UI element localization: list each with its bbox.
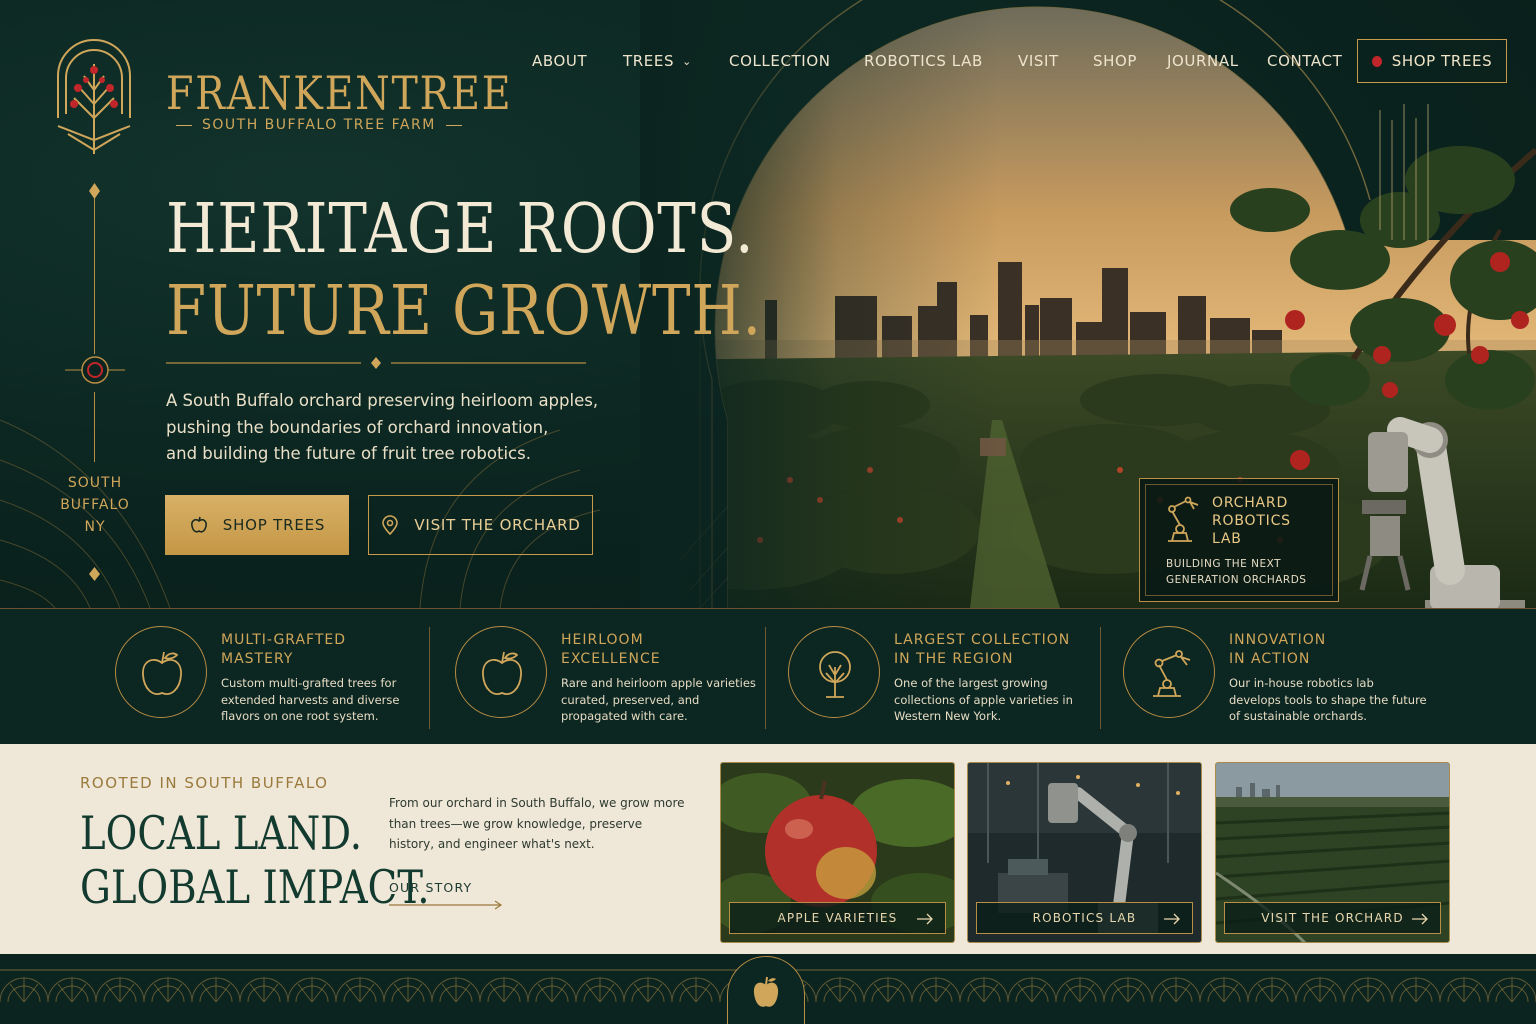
robotics-lab-label: ROBOTICS LAB — [1032, 911, 1137, 925]
apple-varieties-tile[interactable]: APPLE VARIETIES — [720, 762, 955, 943]
feature-description: Our in-house robotics lab develops tools… — [1229, 676, 1427, 723]
hero-intro-line-3: and building the future of fruit tree ro… — [166, 444, 531, 463]
feature-description: One of the largest growing collections o… — [894, 676, 1073, 723]
apple-icon — [1371, 55, 1382, 67]
feature-icon-circle — [115, 626, 207, 718]
story-paragraph: From our orchard in South Buffalo, we gr… — [389, 796, 685, 851]
nav-contact[interactable]: CONTACT — [1267, 52, 1342, 70]
brand-logo[interactable]: FRANKENTREE SOUTH BUFFALO TREE FARM — [48, 30, 511, 160]
robotics-card-title: ORCHARD ROBOTICS LAB — [1212, 494, 1322, 548]
robotics-card-subtitle: BUILDING THE NEXT GENERATION ORCHARDS — [1166, 556, 1336, 588]
feature-separator — [1100, 627, 1101, 729]
tree-emblem-icon — [57, 39, 131, 154]
hero-intro-line-1: A South Buffalo orchard preserving heirl… — [166, 391, 599, 410]
robotics-lab-label-box: ROBOTICS LAB — [976, 902, 1193, 934]
feature-separator — [765, 627, 766, 729]
hero-headline-line-1: HERITAGE ROOTS. — [166, 190, 755, 269]
arrow-right-icon — [917, 913, 933, 925]
diamond-ornament-icon — [89, 183, 100, 199]
arrow-right-icon — [389, 900, 503, 910]
hero-headline-line-2: FUTURE GROWTH. — [166, 272, 762, 351]
visit-orchard-label-box: VISIT THE ORCHARD — [1224, 902, 1441, 934]
feature-separator — [429, 627, 430, 729]
robotics-card-title-line-2: ROBOTICS — [1212, 513, 1291, 529]
story-heading: LOCAL LAND. GLOBAL IMPACT. — [80, 806, 430, 914]
feature-title: INNOVATION IN ACTION — [1229, 632, 1327, 667]
tree-icon — [819, 651, 851, 698]
robot-arm-icon — [1168, 496, 1199, 542]
robot-arm-icon — [1153, 650, 1191, 697]
brand-tagline: SOUTH BUFFALO TREE FARM — [166, 117, 434, 133]
map-pin-icon — [382, 515, 399, 535]
chevron-down-icon: ⌄ — [682, 54, 692, 68]
rail-line-top — [94, 194, 95, 354]
nav-visit[interactable]: VISIT — [1018, 52, 1059, 70]
location-label: SOUTH BUFFALO NY — [60, 472, 130, 538]
hero-headline: HERITAGE ROOTS. FUTURE GROWTH. — [166, 196, 867, 346]
robotics-card-title-line-1: ORCHARD — [1212, 495, 1289, 511]
feature-title: HEIRLOOM EXCELLENCE — [561, 632, 661, 667]
rail-line-mid — [94, 392, 95, 462]
shop-trees-nav-button[interactable]: SHOP TREES — [1357, 39, 1507, 83]
location-rail: SOUTH BUFFALO NY — [60, 180, 130, 590]
feature-title: MULTI-GRAFTED MASTERY — [221, 632, 347, 667]
our-story-link[interactable]: OUR STORY — [389, 880, 503, 910]
features-strip: MULTI-GRAFTED MASTERY Custom multi-graft… — [0, 608, 1536, 744]
robotics-lab-card[interactable]: ORCHARD ROBOTICS LAB BUILDING THE NEXT G… — [1139, 478, 1339, 602]
nav-collection[interactable]: COLLECTION — [729, 52, 831, 70]
nav-trees-label: TREES — [623, 52, 675, 70]
robotics-card-subtitle-line-2: GENERATION ORCHARDS — [1166, 574, 1307, 586]
apple-icon — [142, 651, 182, 695]
nav-about[interactable]: ABOUT — [532, 52, 587, 70]
shop-trees-button[interactable]: SHOP TREES — [165, 495, 349, 555]
nav-journal[interactable]: JOURNAL — [1167, 52, 1239, 70]
brand-name: FRANKENTREE — [166, 66, 513, 120]
feature-description: Rare and heirloom apple varieties curate… — [561, 676, 756, 723]
apple-icon — [482, 651, 522, 695]
nav-robotics-lab[interactable]: ROBOTICS LAB — [864, 52, 983, 70]
story-heading-line-1: LOCAL LAND. — [80, 806, 363, 860]
hero-intro-line-2: pushing the boundaries of orchard innova… — [166, 417, 549, 437]
apple-icon — [190, 516, 207, 533]
feature-icon-circle — [1123, 626, 1215, 718]
footer-apple-emblem — [727, 956, 805, 1024]
location-line-3: NY — [84, 519, 106, 535]
target-ornament-icon — [65, 356, 125, 384]
shop-trees-nav-label: SHOP TREES — [1391, 52, 1493, 70]
visit-orchard-button-label: VISIT THE ORCHARD — [414, 516, 581, 534]
story-eyebrow: ROOTED IN SOUTH BUFFALO — [80, 774, 329, 792]
apple-varieties-label: APPLE VARIETIES — [777, 911, 898, 925]
visit-orchard-label: VISIT THE ORCHARD — [1261, 911, 1404, 925]
robotics-card-title-line-3: LAB — [1212, 531, 1242, 547]
hero-intro: A South Buffalo orchard preserving heirl… — [166, 388, 606, 468]
apple-varieties-label-box: APPLE VARIETIES — [729, 902, 946, 934]
story-heading-line-2: GLOBAL IMPACT. — [80, 860, 430, 914]
nav-shop[interactable]: SHOP — [1093, 52, 1137, 70]
headline-divider — [166, 357, 586, 369]
hero-section: FRANKENTREE SOUTH BUFFALO TREE FARM ABOU… — [0, 0, 1536, 608]
visit-orchard-tile[interactable]: VISIT THE ORCHARD — [1215, 762, 1450, 943]
story-section: ROOTED IN SOUTH BUFFALO LOCAL LAND. GLOB… — [0, 744, 1536, 954]
location-line-2: BUFFALO — [60, 497, 130, 513]
page: FRANKENTREE SOUTH BUFFALO TREE FARM ABOU… — [0, 0, 1536, 1024]
apple-icon — [753, 976, 779, 1007]
feature-title: LARGEST COLLECTION IN THE REGION — [894, 632, 1071, 667]
feature-icon-circle — [788, 626, 880, 718]
shop-trees-button-label: SHOP TREES — [222, 516, 326, 534]
location-line-1: SOUTH — [67, 475, 123, 491]
visit-orchard-button[interactable]: VISIT THE ORCHARD — [368, 495, 593, 555]
footer-band — [0, 954, 1536, 1024]
arrow-right-icon — [1412, 913, 1428, 925]
arrow-right-icon — [1164, 913, 1180, 925]
nav-trees[interactable]: TREES ⌄ — [623, 52, 692, 70]
robotics-card-subtitle-line-1: BUILDING THE NEXT — [1166, 558, 1282, 570]
diamond-ornament-icon — [89, 567, 100, 581]
feature-icon-circle — [455, 626, 547, 718]
feature-description: Custom multi-grafted trees for extended … — [221, 676, 400, 723]
robotics-lab-tile[interactable]: ROBOTICS LAB — [967, 762, 1202, 943]
our-story-link-label: OUR STORY — [389, 880, 473, 895]
